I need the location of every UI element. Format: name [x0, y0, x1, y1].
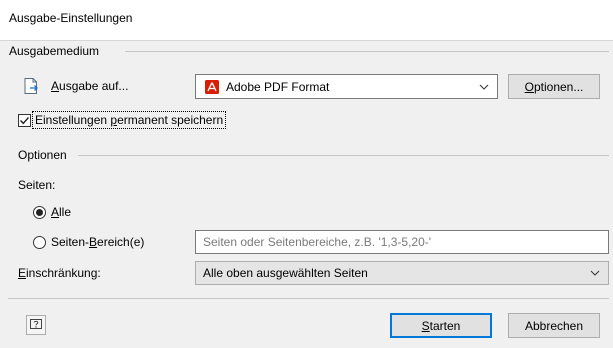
pdf-icon — [205, 79, 219, 94]
output-format-select[interactable]: Adobe PDF Format — [195, 74, 498, 99]
save-permanent-label: Einstellungen permanent speichern — [32, 111, 227, 129]
cancel-button[interactable]: Abbrechen — [508, 313, 600, 338]
radio-range-circle[interactable] — [33, 235, 46, 249]
restriction-value: Alle oben ausgewählten Seiten — [203, 266, 368, 280]
output-to-label: Ausgabe auf... — [51, 79, 129, 93]
pages-label: Seiten: — [18, 178, 56, 192]
window-title: Ausgabe-Einstellungen — [9, 11, 133, 25]
restriction-select[interactable]: Alle oben ausgewählten Seiten — [195, 261, 609, 285]
options-group-title: Optionen — [18, 148, 67, 162]
help-icon — [30, 319, 42, 329]
page-range-placeholder: Seiten oder Seitenbereiche, z.B. '1,3-5,… — [203, 235, 432, 249]
restriction-label: Einschränkung: — [18, 266, 101, 280]
output-group-title: Ausgabemedium — [9, 44, 100, 58]
page-range-input[interactable]: Seiten oder Seitenbereiche, z.B. '1,3-5,… — [195, 230, 609, 254]
footer-divider — [8, 298, 609, 299]
checkmark-icon — [20, 116, 30, 124]
options-button[interactable]: Optionen... — [508, 74, 600, 99]
output-group-divider — [125, 51, 609, 52]
document-output-icon — [24, 78, 38, 94]
radio-page-range[interactable]: Seiten-Bereich(e) — [33, 235, 144, 249]
help-button[interactable] — [26, 315, 46, 335]
start-button[interactable]: Starten — [390, 313, 492, 338]
chevron-down-icon — [479, 84, 489, 90]
radio-all-pages[interactable]: Alle — [33, 205, 71, 219]
options-group-divider — [78, 155, 609, 156]
checkbox-box[interactable] — [18, 113, 31, 127]
radio-range-label: Seiten-Bereich(e) — [51, 235, 145, 249]
chevron-down-icon — [590, 270, 600, 276]
output-format-value: Adobe PDF Format — [226, 79, 330, 94]
radio-all-circle[interactable] — [33, 205, 46, 219]
radio-all-label: Alle — [51, 205, 72, 219]
save-permanent-checkbox[interactable]: Einstellungen permanent speichern — [18, 111, 227, 129]
